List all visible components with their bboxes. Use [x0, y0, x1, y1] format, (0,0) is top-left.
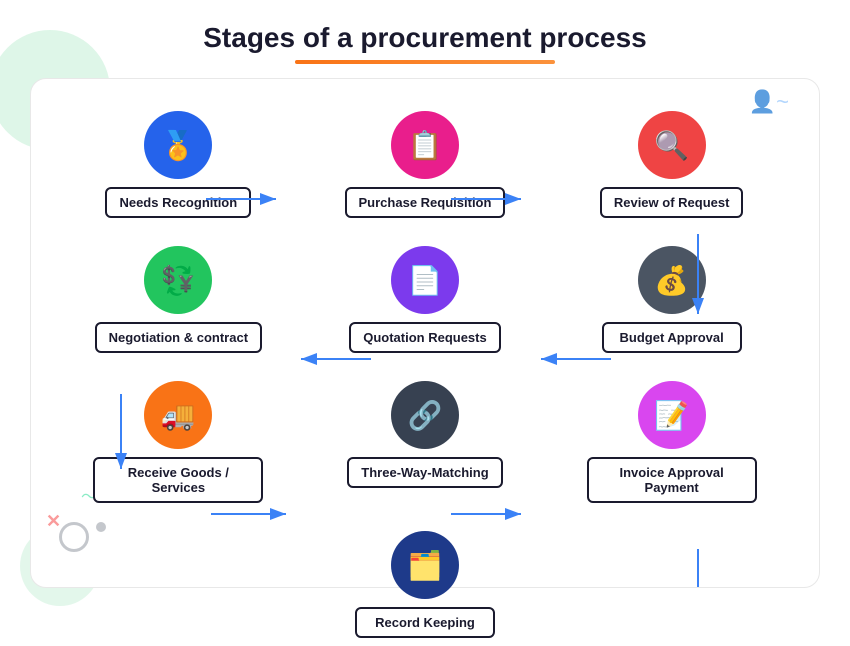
quotation-icon: 📄: [391, 246, 459, 314]
three-way-label: Three-Way-Matching: [347, 457, 502, 488]
purchase-requisition-label: Purchase Requisition: [345, 187, 506, 218]
quotation-label: Quotation Requests: [349, 322, 501, 353]
review-of-request-icon: 🔍: [638, 111, 706, 179]
purchase-requisition-icon: 📋: [391, 111, 459, 179]
page-title: Stages of a procurement process: [0, 0, 850, 60]
budget-icon: 💰: [638, 246, 706, 314]
needs-recognition-icon: 🏅: [144, 111, 212, 179]
node-quotation-requests: 📄 Quotation Requests: [337, 246, 512, 353]
needs-recognition-label: Needs Recognition: [105, 187, 251, 218]
budget-label: Budget Approval: [602, 322, 742, 353]
node-receive-goods: 🚚 Receive Goods / Services: [91, 381, 266, 503]
node-review-of-request: 🔍 Review of Request: [584, 111, 759, 218]
review-of-request-label: Review of Request: [600, 187, 744, 218]
diagram-container: 👤~ ✕ 〜 🏅 Ne: [30, 78, 820, 588]
invoice-icon: 📝: [638, 381, 706, 449]
node-record-keeping: 🗂️ Record Keeping: [338, 531, 513, 638]
node-invoice-approval: 📝 Invoice Approval Payment: [584, 381, 759, 503]
receive-goods-label: Receive Goods / Services: [93, 457, 263, 503]
node-needs-recognition: 🏅 Needs Recognition: [91, 111, 266, 218]
node-purchase-requisition: 📋 Purchase Requisition: [337, 111, 512, 218]
node-three-way-matching: 🔗 Three-Way-Matching: [337, 381, 512, 488]
three-way-icon: 🔗: [391, 381, 459, 449]
title-underline: [295, 60, 555, 64]
node-budget-approval: 💰 Budget Approval: [584, 246, 759, 353]
negotiation-icon: 💱: [144, 246, 212, 314]
receive-goods-icon: 🚚: [144, 381, 212, 449]
invoice-label: Invoice Approval Payment: [587, 457, 757, 503]
negotiation-label: Negotiation & contract: [95, 322, 262, 353]
record-keeping-label: Record Keeping: [355, 607, 495, 638]
record-keeping-icon: 🗂️: [391, 531, 459, 599]
node-negotiation-contract: 💱 Negotiation & contract: [91, 246, 266, 353]
